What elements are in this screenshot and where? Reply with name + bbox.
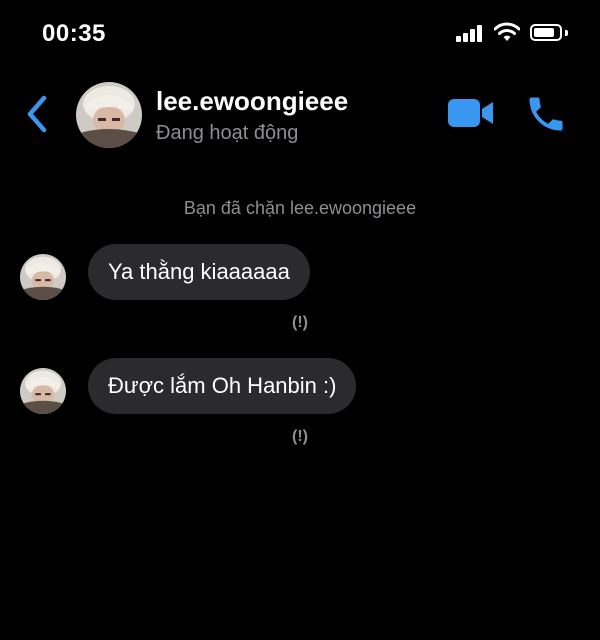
battery-icon bbox=[530, 24, 562, 41]
message-bubble[interactable]: Được lắm Oh Hanbin :) bbox=[88, 358, 357, 414]
wifi-icon bbox=[494, 22, 520, 41]
blocked-notice: Bạn đã chặn lee.ewoongieee bbox=[183, 198, 417, 218]
message-error-mark[interactable]: (!) bbox=[285, 314, 315, 332]
message-avatar[interactable] bbox=[20, 254, 66, 300]
phone-call-icon[interactable] bbox=[524, 92, 568, 136]
chat-header: lee.ewoongieee Đang hoạt động bbox=[0, 70, 600, 160]
contact-username[interactable]: lee.ewoongieee bbox=[156, 86, 348, 117]
status-time: 00:35 bbox=[42, 20, 106, 47]
message-bubble[interactable]: Ya thằng kiaaaaaa bbox=[88, 244, 310, 300]
activity-status: Đang hoạt động bbox=[156, 122, 299, 144]
video-call-icon[interactable] bbox=[446, 96, 496, 130]
status-bar: 00:35 bbox=[0, 0, 600, 70]
back-arrow-icon[interactable] bbox=[22, 92, 52, 136]
message-avatar[interactable] bbox=[20, 368, 66, 414]
message-error-mark[interactable]: (!) bbox=[285, 428, 315, 446]
signal-icon bbox=[456, 24, 486, 42]
avatar[interactable] bbox=[76, 82, 142, 148]
battery-cap bbox=[565, 30, 568, 36]
